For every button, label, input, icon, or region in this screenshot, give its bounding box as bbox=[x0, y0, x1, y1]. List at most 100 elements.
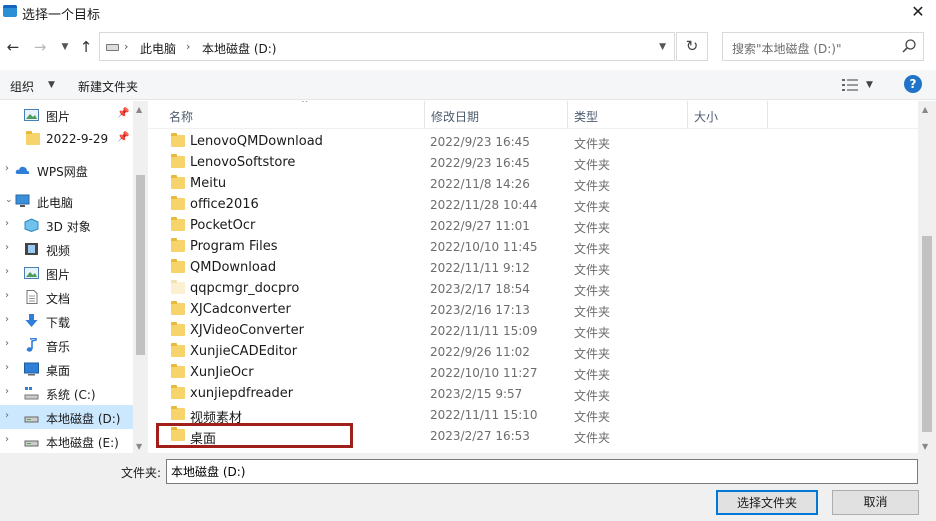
file-row[interactable]: xunjiepdfreader 2023/2/15 9:57 文件夹 bbox=[165, 384, 765, 405]
new-folder-button[interactable]: 新建文件夹 bbox=[78, 78, 138, 95]
refresh-button[interactable]: ↻ bbox=[676, 32, 708, 61]
column-header-size[interactable]: 大小 bbox=[688, 101, 768, 129]
file-row[interactable]: PocketOcr 2022/9/27 11:01 文件夹 bbox=[165, 216, 765, 237]
expand-chevron-icon[interactable]: › bbox=[5, 218, 9, 229]
breadcrumb-drive-d[interactable]: 本地磁盘 (D:) bbox=[202, 40, 276, 57]
file-row[interactable]: QMDownload 2022/11/11 9:12 文件夹 bbox=[165, 258, 765, 279]
file-list-scroll-thumb[interactable] bbox=[922, 236, 932, 432]
file-list-scrollbar[interactable]: ▲ ▼ bbox=[918, 101, 936, 453]
scroll-down-arrow-icon[interactable]: ▼ bbox=[136, 442, 142, 451]
navigation-scrollbar[interactable]: ▲ ▼ bbox=[133, 101, 148, 453]
nav-item-downloads[interactable]: › 下载 bbox=[0, 309, 133, 333]
dialog-footer: 文件夹: 选择文件夹 取消 bbox=[0, 453, 936, 521]
pictures-icon bbox=[24, 267, 39, 279]
file-row[interactable]: Program Files 2022/10/10 11:45 文件夹 bbox=[165, 237, 765, 258]
nav-item-label: 3D 对象 bbox=[46, 220, 91, 234]
music-icon bbox=[26, 338, 37, 352]
select-folder-button[interactable]: 选择文件夹 bbox=[716, 490, 818, 515]
column-header-type[interactable]: 类型 bbox=[568, 101, 688, 129]
help-icon[interactable]: ? bbox=[904, 75, 922, 93]
nav-item-system-c[interactable]: › 系统 (C:) bbox=[0, 381, 133, 405]
folder-field[interactable] bbox=[166, 459, 918, 484]
file-row-desktop[interactable]: 桌面 2023/2/27 16:53 文件夹 bbox=[165, 426, 765, 447]
view-options-icon[interactable] bbox=[842, 78, 858, 92]
collapse-chevron-icon[interactable]: ⌄ bbox=[5, 195, 13, 205]
expand-chevron-icon[interactable]: › bbox=[5, 362, 9, 373]
expand-chevron-icon[interactable]: › bbox=[5, 434, 9, 445]
scroll-up-arrow-icon[interactable]: ▲ bbox=[136, 105, 142, 114]
desktop-icon bbox=[24, 362, 39, 376]
file-row[interactable]: 视频素材 2022/11/11 15:10 文件夹 bbox=[165, 405, 765, 426]
file-name: Program Files bbox=[190, 239, 278, 254]
file-row[interactable]: XunjieCADEditor 2022/9/26 11:02 文件夹 bbox=[165, 342, 765, 363]
file-row[interactable]: qqpcmgr_docpro 2023/2/17 18:54 文件夹 bbox=[165, 279, 765, 300]
nav-item-desktop[interactable]: › 桌面 bbox=[0, 357, 133, 381]
breadcrumb-this-pc[interactable]: 此电脑 bbox=[140, 40, 176, 57]
expand-chevron-icon[interactable]: › bbox=[5, 242, 9, 253]
nav-item-drive-d[interactable]: › 本地磁盘 (D:) bbox=[0, 405, 133, 429]
file-type: 文件夹 bbox=[574, 137, 611, 151]
view-chevron-icon[interactable]: ▼ bbox=[866, 80, 873, 90]
nav-item-pictures[interactable]: › 图片 bbox=[0, 261, 133, 285]
expand-chevron-icon[interactable]: › bbox=[5, 338, 9, 349]
file-row[interactable]: LenovoQMDownload 2022/9/23 16:45 文件夹 bbox=[165, 132, 765, 153]
drive-icon bbox=[106, 44, 119, 51]
nav-item-3d-objects[interactable]: › 3D 对象 bbox=[0, 213, 133, 237]
file-row[interactable]: LenovoSoftstore 2022/9/23 16:45 文件夹 bbox=[165, 153, 765, 174]
search-icon[interactable] bbox=[901, 38, 917, 54]
expand-chevron-icon[interactable]: › bbox=[5, 314, 9, 325]
nav-item-quick-2022-9-29[interactable]: 2022-9-29 📌 bbox=[0, 127, 133, 151]
breadcrumb-separator[interactable]: › bbox=[186, 40, 190, 53]
nav-item-label: 图片 bbox=[46, 110, 71, 124]
search-input[interactable]: 搜索"本地磁盘 (D:)" bbox=[722, 32, 924, 61]
up-arrow-icon[interactable]: ↑ bbox=[76, 38, 96, 56]
folder-icon bbox=[171, 196, 185, 210]
nav-item-label: 视频 bbox=[46, 244, 71, 258]
column-header-name[interactable]: ^ 名称 bbox=[163, 101, 425, 129]
drive-icon bbox=[24, 416, 39, 423]
organize-menu[interactable]: 组织 bbox=[10, 78, 34, 95]
organize-chevron-icon[interactable]: ▼ bbox=[48, 80, 55, 90]
file-date: 2022/11/11 15:10 bbox=[430, 408, 538, 422]
back-arrow-icon[interactable]: ← bbox=[3, 38, 23, 56]
scroll-down-arrow-icon[interactable]: ▼ bbox=[922, 442, 928, 451]
file-name: office2016 bbox=[190, 197, 259, 212]
breadcrumb-separator[interactable]: › bbox=[124, 40, 128, 53]
expand-chevron-icon[interactable]: › bbox=[5, 410, 9, 421]
scroll-up-arrow-icon[interactable]: ▲ bbox=[922, 105, 928, 114]
file-name: 桌面 bbox=[190, 432, 217, 447]
nav-item-quick-pictures[interactable]: 图片 📌 bbox=[0, 103, 133, 127]
recent-locations-chevron-icon[interactable]: ▼ bbox=[55, 42, 75, 52]
address-bar[interactable]: › 此电脑 › 本地磁盘 (D:) ▼ bbox=[99, 32, 675, 61]
column-label: 类型 bbox=[574, 110, 599, 124]
nav-item-documents[interactable]: › 文档 bbox=[0, 285, 133, 309]
close-button[interactable]: ✕ bbox=[900, 0, 936, 26]
navigation-scroll-thumb[interactable] bbox=[136, 175, 145, 355]
file-row[interactable]: XJVideoConverter 2022/11/11 15:09 文件夹 bbox=[165, 321, 765, 342]
expand-chevron-icon[interactable]: › bbox=[5, 290, 9, 301]
forward-arrow-icon[interactable]: → bbox=[30, 38, 50, 56]
expand-chevron-icon[interactable]: › bbox=[5, 163, 9, 174]
download-icon bbox=[25, 314, 38, 327]
file-name: LenovoSoftstore bbox=[190, 155, 296, 170]
file-row[interactable]: XJCadconverter 2023/2/16 17:13 文件夹 bbox=[165, 300, 765, 321]
column-header-modified[interactable]: 修改日期 bbox=[425, 101, 568, 129]
file-row[interactable]: XunJieOcr 2022/10/10 11:27 文件夹 bbox=[165, 363, 765, 384]
address-dropdown-chevron-icon[interactable]: ▼ bbox=[659, 42, 666, 52]
pin-icon: 📌 bbox=[117, 108, 130, 119]
nav-item-videos[interactable]: › 视频 bbox=[0, 237, 133, 261]
file-type: 文件夹 bbox=[574, 221, 611, 235]
expand-chevron-icon[interactable]: › bbox=[5, 266, 9, 277]
video-icon bbox=[25, 243, 38, 255]
file-name: XunJieOcr bbox=[190, 365, 254, 380]
nav-item-this-pc[interactable]: ⌄ 此电脑 bbox=[0, 189, 133, 213]
folder-icon bbox=[171, 427, 185, 441]
nav-item-music[interactable]: › 音乐 bbox=[0, 333, 133, 357]
file-row[interactable]: office2016 2022/11/28 10:44 文件夹 bbox=[165, 195, 765, 216]
nav-item-wps-cloud[interactable]: › WPS网盘 bbox=[0, 158, 133, 182]
nav-item-drive-e[interactable]: › 本地磁盘 (E:) bbox=[0, 429, 133, 453]
nav-item-label: 下载 bbox=[46, 316, 71, 330]
cancel-button[interactable]: 取消 bbox=[832, 490, 919, 515]
expand-chevron-icon[interactable]: › bbox=[5, 386, 9, 397]
file-row[interactable]: Meitu 2022/11/8 14:26 文件夹 bbox=[165, 174, 765, 195]
